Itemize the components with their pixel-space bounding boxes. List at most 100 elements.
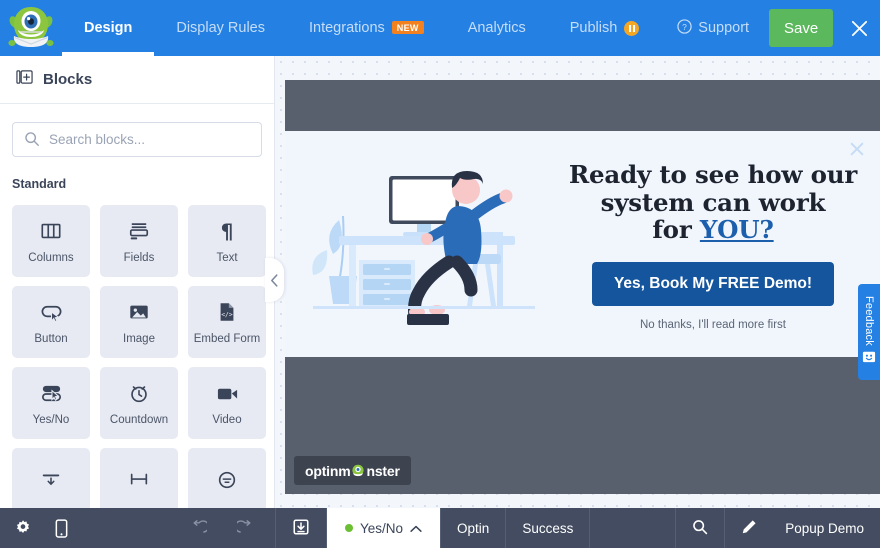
block-label: Text [216,252,238,264]
popup-preview[interactable]: Ready to see how our system can work for… [285,131,880,357]
block-fields[interactable]: Fields [100,205,178,277]
block-label: Image [123,333,155,345]
popup-decline-link[interactable]: No thanks, I'll read more first [640,319,786,331]
nav-label: Analytics [467,20,526,36]
social-icon [216,467,238,493]
question-circle-icon: ? [677,18,692,38]
embed-form-code-icon: </> [216,299,238,325]
paragraph-icon: ¶ [216,218,238,244]
search-button[interactable] [676,508,724,548]
block-columns[interactable]: Columns [12,205,90,277]
popup-cta-button[interactable]: Yes, Book My FREE Demo! [591,261,835,306]
history-controls [191,508,275,548]
nav-item-design[interactable]: Design [62,0,155,56]
svg-text:?: ? [682,21,687,31]
block-text[interactable]: ¶ Text [188,205,266,277]
optinmonster-campaign-builder: Design Display Rules Integrations NEW An… [0,0,880,548]
spacer-icon [128,467,150,493]
optinmonster-watermark[interactable]: optinm nster [294,456,411,485]
bottom-toolbar: Yes/No Optin Success Popup Demo [0,508,880,548]
popup-close-icon[interactable] [846,138,868,160]
blocks-grid: Columns Fields ¶ Text Button Image </> E… [0,191,274,520]
app-header: Design Display Rules Integrations NEW An… [0,0,880,56]
block-embed-form[interactable]: </> Embed Form [188,286,266,358]
status-dot [345,524,353,532]
headline-emphasis-link[interactable]: YOU? [700,215,774,244]
bottom-left-icons [0,508,142,548]
nav-label: Publish [569,20,618,36]
image-icon [128,299,150,325]
columns-icon [40,218,62,244]
search-icon [692,519,708,538]
campaign-name[interactable]: Popup Demo [773,508,880,548]
page-shade-top [285,80,880,131]
undo-icon[interactable] [191,520,207,536]
divider-icon [40,467,62,493]
chevron-up-icon [410,521,422,536]
nav-item-integrations[interactable]: Integrations NEW [287,0,446,56]
block-video[interactable]: Video [188,367,266,439]
search-box[interactable] [12,122,262,157]
feedback-smiley-icon [862,350,876,368]
block-label: Embed Form [193,333,261,345]
tab-success[interactable]: Success [506,508,589,548]
rename-campaign-button[interactable] [725,508,773,548]
tab-label: Yes/No [360,520,404,536]
section-label-standard: Standard [12,177,67,191]
sidebar-collapse-handle[interactable] [265,258,284,302]
search-blocks-wrapper [0,104,274,157]
alarm-clock-icon [128,380,150,406]
mobile-device-icon[interactable] [54,518,69,538]
svg-text:¶: ¶ [221,220,234,242]
nav-item-display-rules[interactable]: Display Rules [154,0,287,56]
block-label: Columns [28,252,74,264]
yes-no-icon [40,380,63,406]
video-camera-icon [216,380,239,406]
feedback-tab[interactable]: Feedback [858,284,880,380]
headline-line-1: Ready to see how our [568,160,858,190]
nav-item-publish[interactable]: Publish [548,0,662,56]
watermark-text-part1: optinm [305,463,351,479]
save-button[interactable]: Save [769,9,834,47]
nav-item-analytics[interactable]: Analytics [446,0,548,56]
person-at-desk-illustration [285,131,560,357]
main-nav: Design Display Rules Integrations NEW An… [62,0,661,56]
monster-logo-icon[interactable] [0,0,62,56]
headline-line-3-prefix: for [652,215,700,245]
new-badge: NEW [391,20,424,34]
header-actions: ? Support Save [661,0,880,56]
search-icon [24,131,40,152]
nav-label: Design [84,20,133,36]
support-button[interactable]: ? Support [661,18,765,38]
block-image[interactable]: Image [100,286,178,358]
gear-icon[interactable] [14,519,32,537]
headline-line-3: for YOU? [569,216,857,243]
blocks-sidebar: Blocks Standard [0,56,275,548]
block-button[interactable]: Button [12,286,90,358]
add-block-icon [16,69,33,91]
block-label: Fields [123,252,155,264]
block-countdown[interactable]: Countdown [100,367,178,439]
button-cursor-icon [40,299,63,325]
bottom-left-group [0,508,275,548]
popup-headline: Ready to see how our system can work for… [568,160,858,244]
tab-yes-no[interactable]: Yes/No [327,508,441,548]
redo-icon[interactable] [237,520,253,536]
headline-line-2: system can work [600,187,826,217]
watermark-text-part2: nster [366,463,400,479]
block-label: Yes/No [32,414,70,426]
feedback-label: Feedback [863,295,875,346]
block-yes-no[interactable]: Yes/No [12,367,90,439]
block-label: Video [212,414,242,426]
save-template-button[interactable] [276,508,326,548]
pencil-icon [741,519,757,538]
search-input[interactable] [49,132,261,147]
sidebar-header: Blocks [0,56,274,104]
close-icon[interactable] [833,0,880,56]
watermark-text: optinm nster [305,463,400,479]
nav-label: Display Rules [176,20,265,36]
tab-optin[interactable]: Optin [441,508,505,548]
chevron-left-icon [271,273,278,287]
nav-label: Integrations [309,20,385,36]
